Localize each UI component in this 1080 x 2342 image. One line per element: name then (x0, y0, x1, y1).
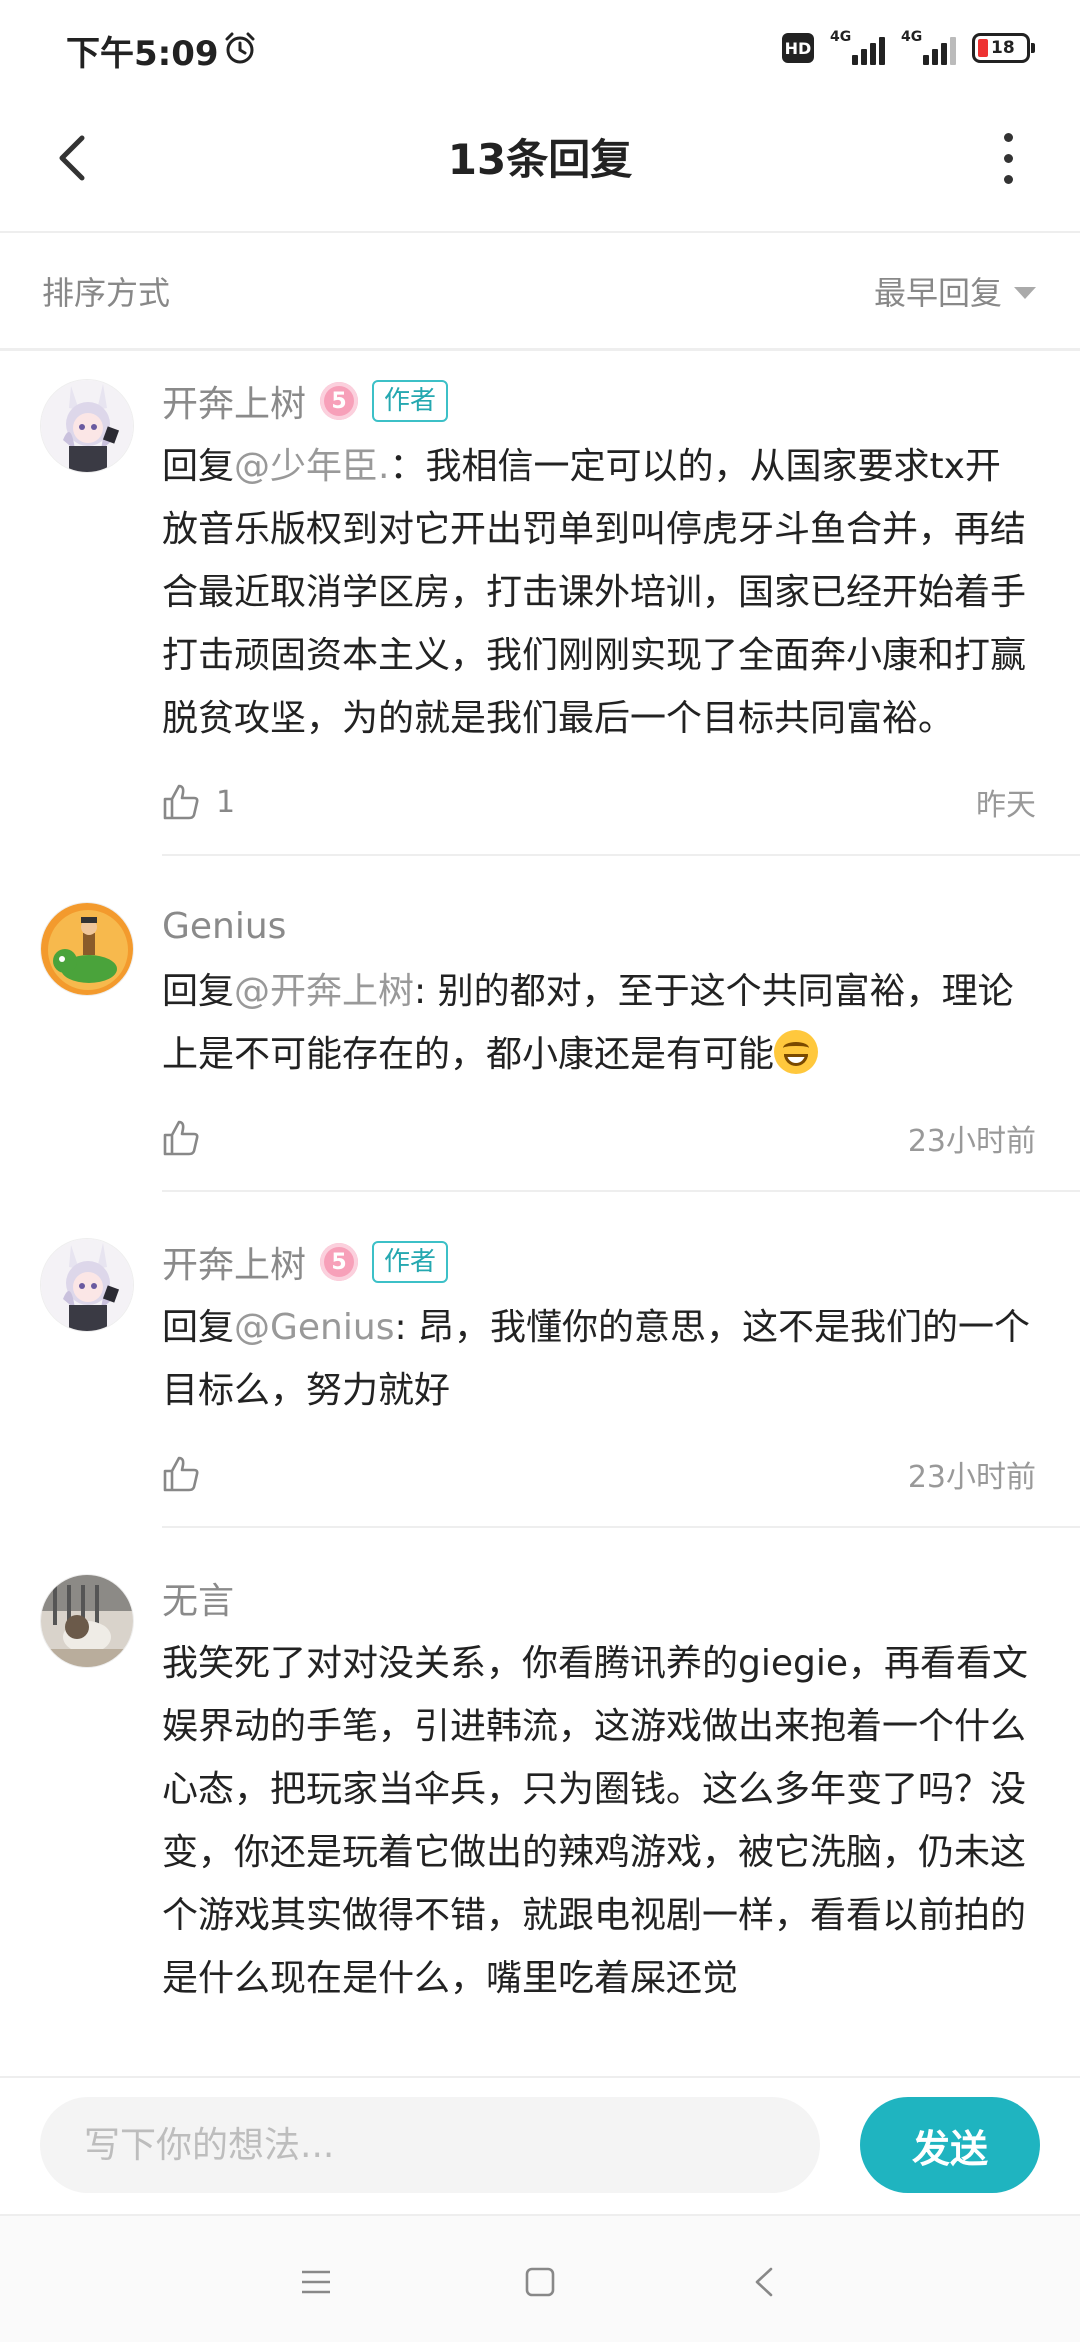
signal-icon: 4G (830, 29, 885, 65)
username[interactable]: 无言 (162, 1572, 234, 1624)
sort-dropdown[interactable]: 最早回复 (874, 268, 1036, 314)
page-title: 13条回复 (447, 135, 633, 184)
reply-item: 无言 我笑死了对对没关系，你看腾讯养的giegie，再看看文娱界动的手笔，引进韩… (0, 1528, 1080, 2010)
reply-list[interactable]: 开奔上树 5 作者 回复@少年臣.：我相信一定可以的，从国家要求tx开放音乐版权… (0, 351, 1080, 2076)
avatar[interactable] (40, 902, 134, 996)
home-button[interactable] (510, 2252, 570, 2312)
author-tag: 作者 (372, 1241, 449, 1283)
back-triangle-icon (755, 2267, 773, 2297)
caret-down-icon (1014, 287, 1036, 299)
reply-item: Genius 回复@开奔上树: 别的都对，至于这个共同富裕，理论上是不可能存在的… (0, 856, 1080, 1192)
clock: 下午5:09 (66, 34, 219, 74)
sort-bar: 排序方式 最早回复 (0, 232, 1080, 351)
like-button[interactable]: 1 (162, 783, 235, 821)
timestamp: 23小时前 (907, 1460, 1036, 1495)
author-tag: 作者 (372, 380, 449, 422)
mention-link[interactable]: @Genius (234, 1307, 394, 1348)
reply-content[interactable]: 我笑死了对对没关系，你看腾讯养的giegie，再看看文娱界动的手笔，引进韩流，这… (162, 1632, 1036, 2010)
comment-input[interactable] (40, 2097, 820, 2193)
thumbs-up-icon (163, 784, 199, 820)
avatar[interactable] (40, 1238, 134, 1332)
username[interactable]: Genius (162, 906, 286, 947)
back-nav-button[interactable] (734, 2252, 794, 2312)
avatar[interactable] (40, 1574, 134, 1668)
status-bar: 下午5:09 HD 4G 4G 18 (0, 0, 1080, 96)
timestamp: 昨天 (976, 788, 1036, 823)
battery-icon: 18 (972, 33, 1035, 63)
grinning-emoji-icon (774, 1030, 819, 1074)
cat-photo-avatar-icon (41, 1575, 133, 1667)
username[interactable]: 开奔上树 (162, 375, 306, 427)
more-options-button[interactable] (972, 122, 1044, 194)
avatar[interactable] (40, 379, 134, 473)
alarm-icon (225, 32, 255, 64)
menu-icon (302, 2270, 330, 2294)
reply-content[interactable]: 回复@少年臣.：我相信一定可以的，从国家要求tx开放音乐版权到对它开出罚单到叫停… (162, 435, 1036, 750)
more-vertical-icon (1003, 132, 1013, 142)
menu-button[interactable] (286, 2252, 346, 2312)
reply-item: 开奔上树 5 作者 回复@少年臣.：我相信一定可以的，从国家要求tx开放音乐版权… (0, 351, 1080, 856)
comment-composer: 发送 (0, 2076, 1080, 2216)
top-app-bar: 13条回复 (0, 96, 1080, 233)
like-count: 1 (216, 784, 236, 820)
reply-item: 开奔上树 5 作者 回复@Genius: 昂，我懂你的意思，这不是我们的一个目标… (0, 1192, 1080, 1528)
reply-content[interactable]: 回复@Genius: 昂，我懂你的意思，这不是我们的一个目标么，努力就好 (162, 1296, 1036, 1422)
username[interactable]: 开奔上树 (162, 1236, 306, 1288)
status-icons: HD 4G 4G 18 (782, 28, 1035, 68)
like-button[interactable] (162, 1455, 216, 1493)
mention-link[interactable]: @少年臣. (234, 446, 389, 487)
thumbs-up-icon (163, 1456, 199, 1492)
signal-icon: 4G (901, 29, 956, 65)
send-button[interactable]: 发送 (860, 2097, 1040, 2193)
level-badge: 5 (320, 1243, 359, 1281)
system-nav-bar (0, 2214, 1080, 2342)
reply-content[interactable]: 回复@开奔上树: 别的都对，至于这个共同富裕，理论上是不可能存在的，都小康还是有… (162, 960, 1036, 1086)
sort-label: 排序方式 (42, 274, 171, 312)
level-badge: 5 (320, 382, 359, 420)
anime-girl-avatar-icon (41, 380, 133, 472)
hd-icon: HD (782, 33, 814, 63)
mention-link[interactable]: @开奔上树 (234, 971, 414, 1012)
sort-value: 最早回复 (873, 274, 1002, 312)
anime-girl-avatar-icon (41, 1239, 133, 1331)
timestamp: 23小时前 (907, 1124, 1036, 1159)
thumbs-up-icon (163, 1120, 199, 1156)
home-square-icon (525, 2267, 555, 2297)
like-button[interactable] (162, 1119, 216, 1157)
cartoon-dino-avatar-icon (41, 903, 133, 995)
